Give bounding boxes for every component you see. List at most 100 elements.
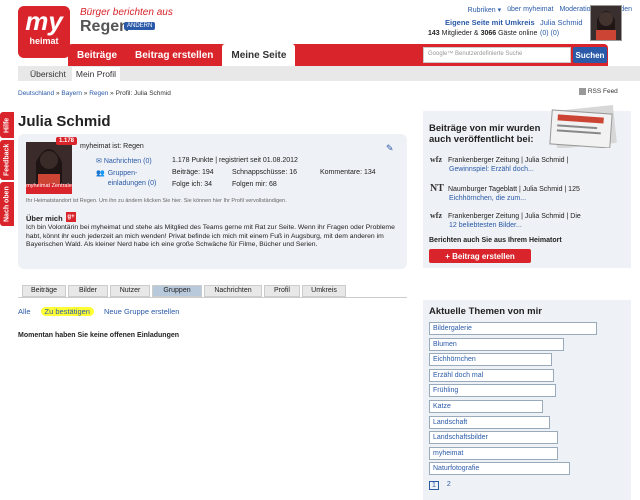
page-1[interactable]: 1	[429, 481, 439, 490]
guests-count: 3066	[480, 30, 497, 37]
published-line1: Naumburger Tageblatt | Julia Schmid | 12…	[447, 186, 580, 193]
breadcrumb: Deutschland » Bayern » Regen » Profil: J…	[18, 90, 171, 97]
search-button[interactable]: Suchen	[573, 47, 607, 63]
filter-to-confirm[interactable]: Zu bestätigen	[40, 307, 94, 316]
topics-pager: 1 2	[429, 481, 451, 490]
about-heading: Über mich	[26, 214, 63, 223]
snapshots-count: Schnappschüsse: 16	[232, 169, 297, 176]
change-region-button[interactable]: ÄNDERN	[124, 22, 156, 30]
photo-caption: myheimat Zentrale	[26, 183, 72, 194]
about-text: Ich bin Volontärin bei myheimat und steh…	[26, 224, 395, 248]
edit-profile-icon[interactable]: ✎	[386, 143, 394, 154]
comments-count: Kommentare: 134	[320, 169, 376, 176]
points-badge: 1.178	[56, 137, 78, 145]
topic-chip[interactable]: Landschaft	[429, 415, 550, 429]
breadcrumb-regen[interactable]: Regen	[89, 90, 108, 97]
topic-chip[interactable]: Eichhörnchen	[429, 353, 552, 367]
topic-chip[interactable]: Bildergalerie	[429, 322, 597, 335]
nav-beitrag-erstellen[interactable]: Beitrag erstellen	[126, 44, 222, 66]
topic-chip[interactable]: Frühling	[429, 384, 556, 398]
sub-navigation: Übersicht Mein Profil	[18, 66, 640, 81]
newspapers-icon	[547, 104, 619, 150]
topnav-rubriken[interactable]: Rubriken ▾	[468, 6, 501, 14]
tab-profil[interactable]: Profil	[264, 285, 300, 297]
topic-chip[interactable]: myheimat	[429, 446, 558, 460]
page-2[interactable]: 2	[447, 481, 451, 490]
tab-bilder[interactable]: Bilder	[68, 285, 108, 297]
published-line2: 12 beliebtesten Bilder...	[449, 222, 522, 229]
logo-my: my	[25, 6, 63, 36]
search-input[interactable]: Google™ Benutzerdefinierte Suche	[423, 47, 571, 63]
messages-link[interactable]: ✉ Nachrichten (0)	[96, 157, 152, 165]
nt-logo: NT	[430, 183, 444, 194]
logo[interactable]: my heimat	[18, 6, 70, 58]
logo-heimat: heimat	[29, 36, 59, 46]
group-invites-link[interactable]: 👥 Gruppen- einladungen (0)	[96, 169, 156, 189]
published-item[interactable]: wfz Frankenberger Zeitung | Julia Schmid…	[430, 211, 630, 230]
breadcrumb-germany[interactable]: Deutschland	[18, 90, 54, 97]
user-counts[interactable]: (0) (0)	[540, 30, 559, 37]
rss-label: RSS Feed	[587, 88, 618, 96]
profile-tabs: Beiträge Bilder Nutzer Gruppen Nachricht…	[18, 285, 407, 298]
tab-beitraege[interactable]: Beiträge	[22, 285, 66, 297]
group-filters: Alle Zu bestätigen Neue Gruppe erstellen	[18, 307, 179, 316]
tagline: Bürger berichten aus	[80, 7, 173, 18]
profile-photo[interactable]	[26, 142, 72, 184]
following-count: Folge ich: 34	[172, 181, 213, 188]
members-label: Mitglieder &	[441, 30, 479, 37]
avatar[interactable]	[590, 5, 622, 41]
group-icon: 👥	[96, 170, 105, 177]
subnav-overview[interactable]: Übersicht	[26, 67, 70, 81]
tab-nutzer[interactable]: Nutzer	[110, 285, 150, 297]
create-post-button[interactable]: + Beitrag erstellen	[429, 249, 531, 263]
tab-umkreis[interactable]: Umkreis	[302, 285, 346, 297]
own-page-link[interactable]: Eigene Seite mit Umkreis	[445, 18, 535, 27]
google-plus-icon[interactable]: g+	[66, 212, 76, 222]
filter-new-group[interactable]: Neue Gruppe erstellen	[104, 307, 179, 316]
breadcrumb-bavaria[interactable]: Bayern	[61, 90, 82, 97]
posts-count: Beiträge: 194	[172, 169, 214, 176]
topic-chip[interactable]: Naturfotografie	[429, 462, 570, 476]
topnav-about[interactable]: über myheimat	[507, 6, 553, 14]
published-item[interactable]: NT Naumburger Tageblatt | Julia Schmid |…	[430, 184, 630, 203]
topic-chip[interactable]: Blumen	[429, 337, 564, 351]
guests-label: Gäste online	[498, 30, 538, 37]
tab-nachrichten[interactable]: Nachrichten	[204, 285, 262, 297]
region-name: Regen	[80, 18, 129, 35]
messages-icon: ✉	[96, 158, 102, 165]
members-count: 143	[428, 30, 440, 37]
rss-feed-link[interactable]: RSS Feed	[579, 88, 618, 95]
points-line: 1.178 Punkte | registriert seit 01.08.20…	[172, 157, 298, 164]
feedback-tab[interactable]: Feedback	[0, 140, 14, 180]
home-location: myheimat ist: Regen	[80, 143, 144, 150]
wfz-logo: wfz	[430, 155, 442, 164]
nav-beitraege[interactable]: Beiträge	[68, 44, 126, 66]
help-tab[interactable]: Hilfe	[0, 112, 14, 138]
filter-all[interactable]: Alle	[18, 307, 31, 316]
published-line1: Frankenberger Zeitung | Julia Schmid |	[447, 157, 569, 164]
breadcrumb-current: Profil: Julia Schmid	[115, 90, 171, 97]
nav-meine-seite[interactable]: Meine Seite	[222, 44, 296, 66]
topic-chip[interactable]: Erzähl doch mal	[429, 368, 554, 382]
rss-icon	[579, 88, 586, 95]
followers-count: Folgen mir: 68	[232, 181, 277, 188]
back-to-top-tab[interactable]: Nach oben	[0, 182, 14, 226]
published-line2: Eichhörnchen, die zum...	[449, 195, 527, 202]
topics-title: Aktuelle Themen von mir	[429, 306, 542, 317]
published-footer: Berichten auch Sie aus Ihrem Heimatort	[429, 237, 562, 244]
tab-gruppen[interactable]: Gruppen	[152, 285, 202, 297]
location-info: Ihr Heimatstandort ist Regen. Um ihn zu …	[26, 198, 287, 204]
empty-message: Momentan haben Sie keine offenen Einladu…	[18, 332, 180, 339]
published-item[interactable]: wfz Frankenberger Zeitung | Julia Schmid…	[430, 155, 630, 174]
published-line2: Gewinnspiel: Erzähl doch...	[449, 166, 534, 173]
messages-label: Nachrichten (0)	[103, 158, 152, 165]
topic-chip[interactable]: Katze	[429, 400, 543, 413]
subnav-my-profile[interactable]: Mein Profil	[71, 66, 121, 81]
online-stats: 143 Mitglieder & 3066 Gäste online	[428, 30, 537, 37]
user-name-link[interactable]: Julia Schmid	[540, 18, 583, 27]
published-title: Beiträge von mir wurden auch veröffentli…	[429, 123, 541, 145]
wfz-logo: wfz	[430, 211, 442, 220]
group-invites-label: Gruppen- einladungen (0)	[107, 170, 157, 187]
topic-chip[interactable]: Landschaftsbilder	[429, 431, 558, 445]
published-line1: Frankenberger Zeitung | Julia Schmid | D…	[447, 213, 581, 220]
